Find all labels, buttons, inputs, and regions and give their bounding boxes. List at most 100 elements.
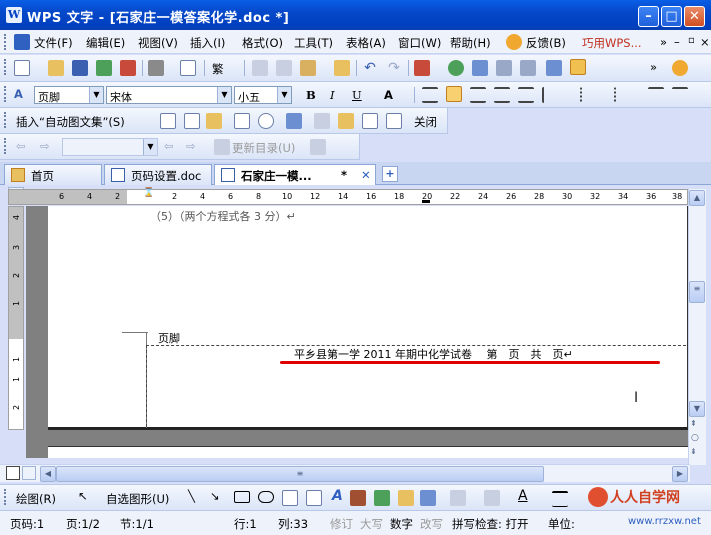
oval-icon[interactable] <box>258 491 274 503</box>
line-icon[interactable]: ╲ <box>188 489 195 503</box>
redo-icon[interactable]: ↷ <box>386 60 402 76</box>
close-doc-icon[interactable]: × <box>700 35 710 49</box>
next-page-icon[interactable]: ⇟ <box>690 447 697 456</box>
page[interactable]: （5）（两个方程式各 3 分）↵ 页脚 平乡县第一学 2011 年期中化学试卷 … <box>48 206 688 430</box>
minimize-button[interactable]: – <box>638 6 659 27</box>
bullets-icon[interactable] <box>614 87 630 103</box>
align-right-icon[interactable] <box>470 87 486 103</box>
cut-icon[interactable] <box>276 60 292 76</box>
menu-file[interactable]: 文件(F) <box>34 35 73 51</box>
chevron-down-icon[interactable]: ▼ <box>217 87 231 103</box>
copy-icon[interactable] <box>252 60 268 76</box>
horizontal-scrollbar[interactable]: ◀ ≡ ▶ <box>0 464 690 482</box>
close-header-footer-button[interactable]: 关闭 <box>414 114 437 130</box>
maximize-doc-icon[interactable]: ▫ <box>688 35 695 46</box>
show-previous-icon[interactable] <box>362 113 378 129</box>
page-setup-icon[interactable] <box>286 113 302 129</box>
scroll-right-icon[interactable]: ▶ <box>672 466 688 482</box>
picture-icon[interactable] <box>374 490 390 506</box>
new-tab-icon[interactable]: + <box>382 166 398 182</box>
next-heading-icon[interactable]: ⇨ <box>186 139 196 153</box>
save-icon[interactable] <box>72 60 88 76</box>
justify-icon[interactable] <box>494 87 510 103</box>
show-marks-icon[interactable] <box>570 59 586 75</box>
insert-autotext-button[interactable]: 插入“自动图文集”(S) <box>16 114 125 130</box>
select-objects-icon[interactable]: ↖ <box>78 489 88 503</box>
tab-stop-marker[interactable] <box>422 200 430 203</box>
close-tab-icon[interactable]: ✕ <box>361 168 371 182</box>
draw-menu-button[interactable]: 绘图(R) <box>16 491 56 507</box>
browse-object-icon[interactable]: ○ <box>691 433 699 443</box>
menu-edit[interactable]: 编辑(E) <box>86 35 125 51</box>
arrow-icon[interactable]: ↘ <box>210 489 220 503</box>
scroll-left-icon[interactable]: ◀ <box>40 466 56 482</box>
tab-page-number-settings[interactable]: 页码设置.doc <box>104 164 212 185</box>
same-as-previous-icon[interactable] <box>314 113 330 129</box>
scroll-up-icon[interactable]: ▲ <box>689 190 705 206</box>
outline-select[interactable]: ▼ <box>62 138 158 156</box>
forward-icon[interactable]: ⇨ <box>40 139 50 153</box>
increase-indent-icon[interactable] <box>672 87 688 103</box>
menu-tools[interactable]: 工具(T) <box>294 35 333 51</box>
prev-heading-icon[interactable]: ⇦ <box>164 139 174 153</box>
tab-current-document[interactable]: 石家庄一模... * ✕ <box>214 164 376 185</box>
chart-icon[interactable] <box>420 490 436 506</box>
switch-header-footer-icon[interactable] <box>338 113 354 129</box>
close-button[interactable]: ✕ <box>684 6 705 27</box>
toolbar-grip[interactable] <box>4 489 8 505</box>
drawing-icon[interactable] <box>520 60 536 76</box>
horizontal-ruler[interactable]: 6 4 2 2 4 6 8 10 12 14 16 18 20 22 24 26… <box>8 188 688 205</box>
hyperlink-icon[interactable] <box>448 60 464 76</box>
vertical-textbox-icon[interactable] <box>306 490 322 506</box>
scroll-thumb[interactable]: ≡ <box>689 281 705 303</box>
print-icon[interactable] <box>148 60 164 76</box>
toolbar-chevron-icon[interactable]: » <box>650 60 657 74</box>
rectangle-icon[interactable] <box>234 491 250 503</box>
horizontal-scroll-thumb[interactable]: ≡ <box>56 466 544 482</box>
undo-icon[interactable]: ↶ <box>362 60 378 76</box>
doc-menu-icon[interactable] <box>14 34 30 50</box>
underline-button[interactable]: U <box>352 88 362 102</box>
print-preview-icon[interactable] <box>180 60 196 76</box>
normal-view-icon[interactable] <box>6 466 20 480</box>
page-count-icon[interactable] <box>184 113 200 129</box>
new-doc-icon[interactable] <box>14 60 30 76</box>
menu-help[interactable]: 帮助(H) <box>450 35 491 51</box>
menu-promo[interactable]: 巧用WPS... <box>582 35 642 51</box>
next-page[interactable] <box>48 446 688 458</box>
line-style-icon[interactable] <box>552 491 568 507</box>
chevron-down-icon[interactable]: ▼ <box>143 139 157 155</box>
back-icon[interactable]: ⇦ <box>16 139 26 153</box>
pdf-icon[interactable] <box>120 60 136 76</box>
menu-double-chevron-icon[interactable]: » <box>660 35 667 49</box>
font-select[interactable]: 宋体 ▼ <box>106 86 232 104</box>
toolbar-grip[interactable] <box>4 138 8 154</box>
paste-icon[interactable] <box>300 60 316 76</box>
toolbar-grip[interactable] <box>4 59 8 75</box>
fill-color-icon[interactable] <box>450 490 466 506</box>
status-caps[interactable]: 大写 <box>360 516 383 532</box>
scroll-down-icon[interactable]: ▼ <box>689 401 705 417</box>
prev-page-icon[interactable]: ⇞ <box>690 419 697 428</box>
web-view-icon[interactable] <box>22 466 36 480</box>
styles-icon[interactable]: A <box>14 87 23 101</box>
body-text-line[interactable]: （5）（两个方程式各 3 分）↵ <box>150 208 296 224</box>
bold-button[interactable]: B <box>306 88 316 102</box>
insert-time-icon[interactable] <box>258 113 274 129</box>
maximize-button[interactable]: □ <box>661 6 682 27</box>
line-color-icon[interactable] <box>484 490 500 506</box>
tab-home[interactable]: 首页 <box>4 164 102 185</box>
toolbar-grip[interactable] <box>4 112 8 128</box>
table-icon[interactable] <box>472 60 488 76</box>
textbox-icon[interactable] <box>282 490 298 506</box>
zoom-icon[interactable] <box>546 60 562 76</box>
numbering-icon[interactable] <box>580 87 596 103</box>
insert-date-icon[interactable] <box>234 113 250 129</box>
font-size-select[interactable]: 小五 ▼ <box>234 86 292 104</box>
chevron-down-icon[interactable]: ▼ <box>277 87 291 103</box>
output-icon[interactable] <box>96 60 112 76</box>
status-spellcheck[interactable]: 拼写检查: 打开 <box>452 516 529 532</box>
decrease-indent-icon[interactable] <box>648 87 664 103</box>
vertical-ruler[interactable]: 4 3 2 1 1 1 2 <box>8 206 24 430</box>
toc-settings-icon[interactable] <box>310 139 326 155</box>
